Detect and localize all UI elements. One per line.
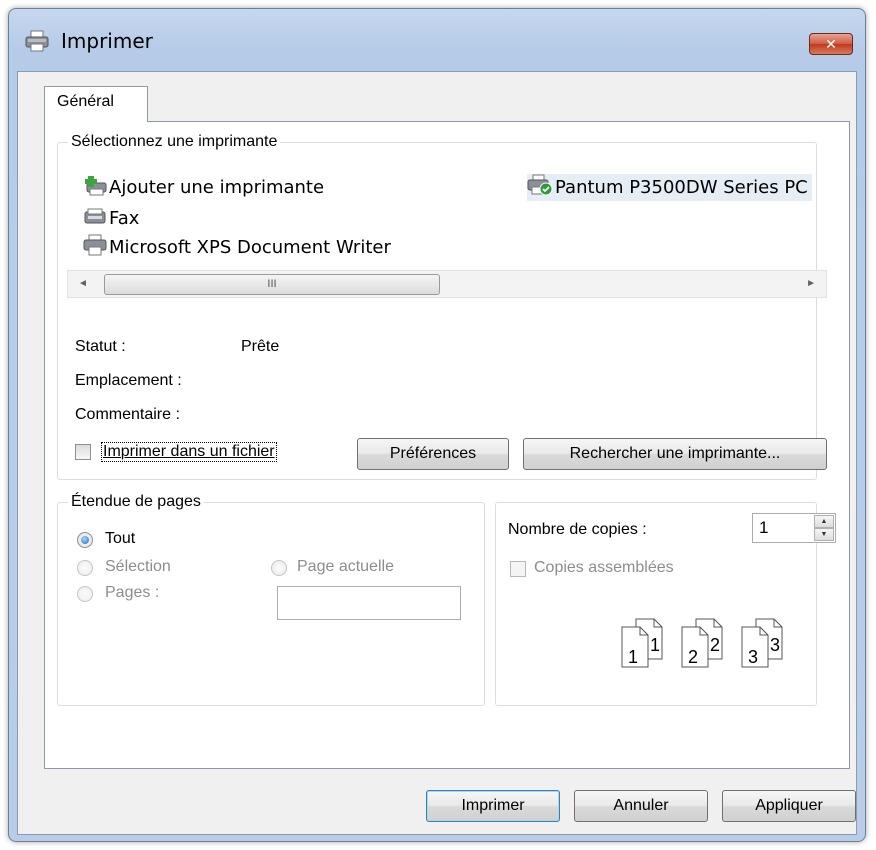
radio-selection[interactable] <box>77 560 93 576</box>
radio-all-label[interactable]: Tout <box>105 530 135 548</box>
collate-page-2b: 2 <box>710 635 720 655</box>
printer-item-pantum[interactable]: Pantum P3500DW Series PC <box>527 174 812 201</box>
print-button-label: Imprimer <box>461 797 525 814</box>
collate-label[interactable]: Copies assemblées <box>534 559 674 577</box>
cancel-button[interactable]: Annuler <box>574 790 708 822</box>
printer-icon <box>25 30 49 52</box>
print-dialog-window: Imprimer ✕ Général Sélectionnez une impr… <box>8 8 866 842</box>
radio-pages[interactable] <box>77 586 93 602</box>
apply-button-label: Appliquer <box>755 797 823 814</box>
status-value: Prête <box>241 338 280 355</box>
pages-input[interactable] <box>277 586 461 620</box>
collate-page-2a: 2 <box>688 647 698 667</box>
add-printer-icon <box>83 174 109 201</box>
radio-all[interactable] <box>77 532 93 548</box>
spin-down-icon: ▼ <box>820 531 828 538</box>
collate-page-3a: 3 <box>748 647 758 667</box>
radio-pages-label[interactable]: Pages : <box>105 584 159 602</box>
printer-list-hscrollbar[interactable]: ◄ III ► <box>67 270 827 298</box>
spin-down-button[interactable]: ▼ <box>814 528 834 541</box>
collate-page-1a: 1 <box>628 647 638 667</box>
comment-label: Commentaire : <box>75 406 180 423</box>
copies-spinner[interactable]: 1 ▲ ▼ <box>752 513 836 543</box>
printer-name: Pantum P3500DW Series PC <box>555 177 808 198</box>
copies-value[interactable]: 1 <box>759 518 768 538</box>
printer-group-legend: Sélectionnez une imprimante <box>68 132 281 152</box>
title-bar[interactable]: Imprimer ✕ <box>9 9 865 69</box>
close-icon: ✕ <box>825 35 837 52</box>
print-button[interactable]: Imprimer <box>426 790 560 822</box>
copies-label: Nombre de copies : <box>508 521 647 538</box>
print-to-file-label[interactable]: Imprimer dans un fichier <box>101 442 277 462</box>
collate-page-3b: 3 <box>770 635 780 655</box>
find-printer-button-label: Rechercher une imprimante... <box>569 445 781 462</box>
preferences-button[interactable]: Préférences <box>357 438 509 470</box>
print-to-file-checkbox[interactable] <box>75 444 91 460</box>
tab-general[interactable]: Général <box>44 86 148 122</box>
status-label: Statut : <box>75 338 126 355</box>
scroll-right-arrow-icon[interactable]: ► <box>806 278 816 289</box>
tab-label: Général <box>57 93 114 110</box>
tab-page-general: Sélectionnez une imprimante Ajouter une … <box>44 121 850 769</box>
apply-button[interactable]: Appliquer <box>722 790 856 822</box>
preferences-button-label: Préférences <box>389 445 477 462</box>
page-range-legend: Étendue de pages <box>68 492 204 512</box>
printer-icon <box>83 234 109 261</box>
collate-page-1b: 1 <box>650 635 660 655</box>
radio-selection-label[interactable]: Sélection <box>105 558 171 576</box>
default-printer-icon <box>527 174 555 201</box>
radio-current-page[interactable] <box>271 560 287 576</box>
scroll-left-arrow-icon[interactable]: ◄ <box>78 278 88 289</box>
cancel-button-label: Annuler <box>613 797 669 814</box>
radio-current-page-label[interactable]: Page actuelle <box>297 558 394 576</box>
collated-pages-icon: 1 1 2 2 3 3 <box>621 618 783 668</box>
printer-item-add[interactable]: Ajouter une imprimante <box>83 174 324 201</box>
printer-name: Fax <box>109 208 140 229</box>
printer-item-fax[interactable]: Fax <box>83 206 139 231</box>
find-printer-button[interactable]: Rechercher une imprimante... <box>523 438 827 470</box>
close-button[interactable]: ✕ <box>809 33 853 55</box>
dialog-client-area: Général Sélectionnez une imprimante Ajou… <box>17 71 857 835</box>
fax-icon <box>83 206 109 231</box>
printer-name: Microsoft XPS Document Writer <box>109 237 391 258</box>
copies-group: Nombre de copies : 1 ▲ ▼ Copies assemblé… <box>495 502 836 706</box>
printer-item-xps[interactable]: Microsoft XPS Document Writer <box>83 234 391 261</box>
spin-up-button[interactable]: ▲ <box>814 515 834 528</box>
window-title: Imprimer <box>61 29 153 53</box>
collate-checkbox[interactable] <box>510 561 526 577</box>
spin-up-icon: ▲ <box>820 518 828 525</box>
scrollbar-grip: III <box>267 278 277 290</box>
scrollbar-thumb[interactable]: III <box>104 274 440 295</box>
location-label: Emplacement : <box>75 372 182 389</box>
printer-name: Ajouter une imprimante <box>109 177 325 198</box>
collate-illustration: 1 1 2 2 3 3 <box>620 613 800 675</box>
